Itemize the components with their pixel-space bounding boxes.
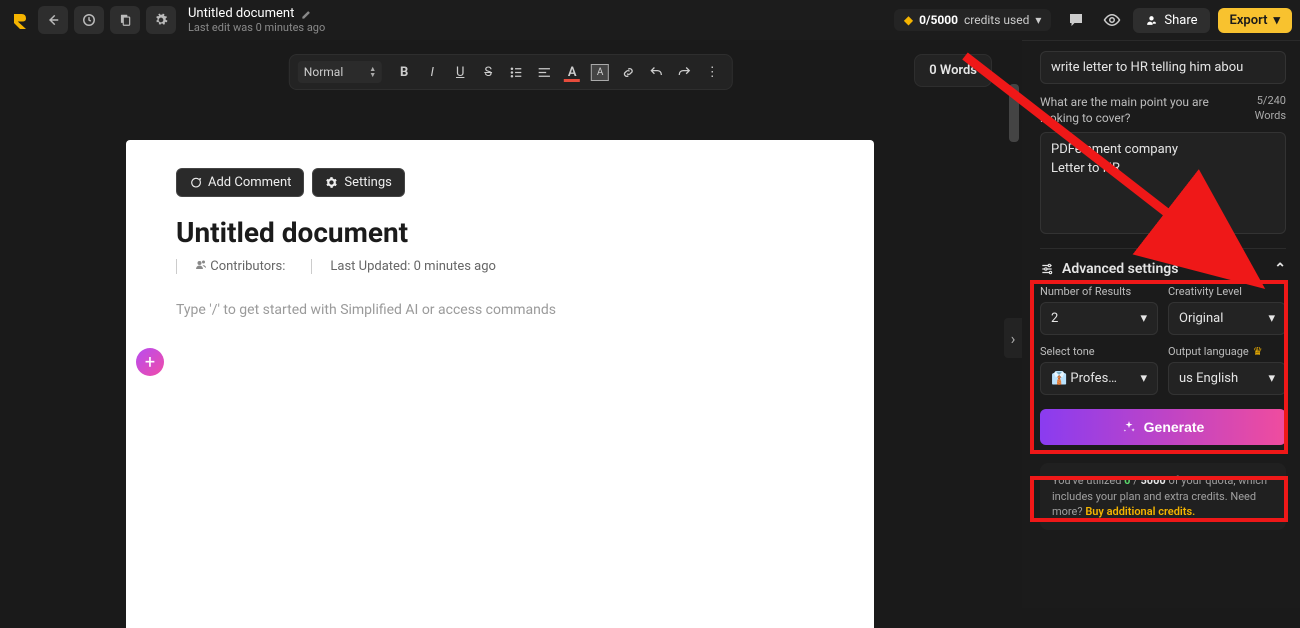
- settings-button[interactable]: [146, 6, 176, 34]
- copy-button[interactable]: [110, 6, 140, 34]
- add-block-button[interactable]: +: [136, 348, 164, 376]
- underline-button[interactable]: U: [448, 60, 472, 84]
- diamond-icon: ◆: [904, 13, 913, 27]
- chevron-down-icon: ▾: [1268, 371, 1275, 386]
- preview-icon[interactable]: [1097, 5, 1127, 35]
- redo-button[interactable]: [672, 60, 696, 84]
- buy-credits-link[interactable]: Buy additional credits.: [1085, 505, 1195, 518]
- language-label: Output language ♛: [1168, 345, 1286, 358]
- bold-button[interactable]: B: [392, 60, 416, 84]
- generate-button[interactable]: Generate: [1040, 409, 1286, 445]
- quota-message: You've utilized 0 / 5000 of your quota, …: [1040, 463, 1286, 529]
- tone-select[interactable]: 👔 Profes…▾: [1040, 362, 1158, 395]
- document-title-heading[interactable]: Untitled document: [176, 216, 824, 249]
- credits-badge[interactable]: ◆ 0/5000 credits used ▾: [894, 9, 1051, 31]
- annotation-arrow: [955, 46, 1275, 306]
- last-updated-label: Last Updated: 0 minutes ago: [311, 259, 496, 274]
- strikethrough-button[interactable]: S: [476, 60, 500, 84]
- document-canvas: Add Comment Settings Untitled document C…: [126, 140, 874, 628]
- select-arrows-icon: ▲▼: [369, 66, 376, 78]
- crown-icon: ♛: [1253, 345, 1263, 358]
- editor-placeholder[interactable]: Type '/' to get started with Simplified …: [176, 302, 824, 318]
- doc-settings-button[interactable]: Settings: [312, 168, 404, 197]
- more-button[interactable]: ⋮: [700, 60, 724, 84]
- num-results-select[interactable]: 2▾: [1040, 302, 1158, 335]
- bullet-list-button[interactable]: [504, 60, 528, 84]
- link-button[interactable]: [616, 60, 640, 84]
- align-button[interactable]: [532, 60, 556, 84]
- chevron-down-icon: ▾: [1035, 13, 1041, 27]
- italic-button[interactable]: I: [420, 60, 444, 84]
- app-logo: [8, 8, 32, 32]
- text-color-button[interactable]: A: [560, 60, 584, 84]
- export-button[interactable]: Export ▾: [1218, 8, 1292, 33]
- language-select[interactable]: us English▾: [1168, 362, 1286, 395]
- last-edit-text: Last edit was 0 minutes ago: [188, 21, 325, 34]
- chevron-down-icon: ▾: [1273, 13, 1280, 28]
- chevron-down-icon: ▾: [1268, 311, 1275, 326]
- history-button[interactable]: [74, 6, 104, 34]
- panel-collapse-button[interactable]: ›: [1004, 318, 1022, 358]
- contributors-label: Contributors:: [176, 259, 285, 274]
- sparkle-icon: [1122, 420, 1136, 434]
- comments-icon[interactable]: [1061, 5, 1091, 35]
- chevron-down-icon: ▾: [1140, 311, 1147, 326]
- back-button[interactable]: [38, 6, 68, 34]
- add-comment-button[interactable]: Add Comment: [176, 168, 304, 197]
- chevron-up-icon: ⌃: [1274, 261, 1286, 277]
- editor-toolbar: Normal ▲▼ B I U S A A ⋮: [289, 54, 733, 90]
- format-select[interactable]: Normal ▲▼: [298, 61, 382, 83]
- chevron-down-icon: ▾: [1140, 371, 1147, 386]
- share-button[interactable]: Share: [1133, 8, 1209, 33]
- document-title[interactable]: Untitled document: [188, 6, 325, 21]
- creativity-select[interactable]: Original▾: [1168, 302, 1286, 335]
- undo-button[interactable]: [644, 60, 668, 84]
- tone-label: Select tone: [1040, 345, 1158, 358]
- highlight-button[interactable]: A: [588, 60, 612, 84]
